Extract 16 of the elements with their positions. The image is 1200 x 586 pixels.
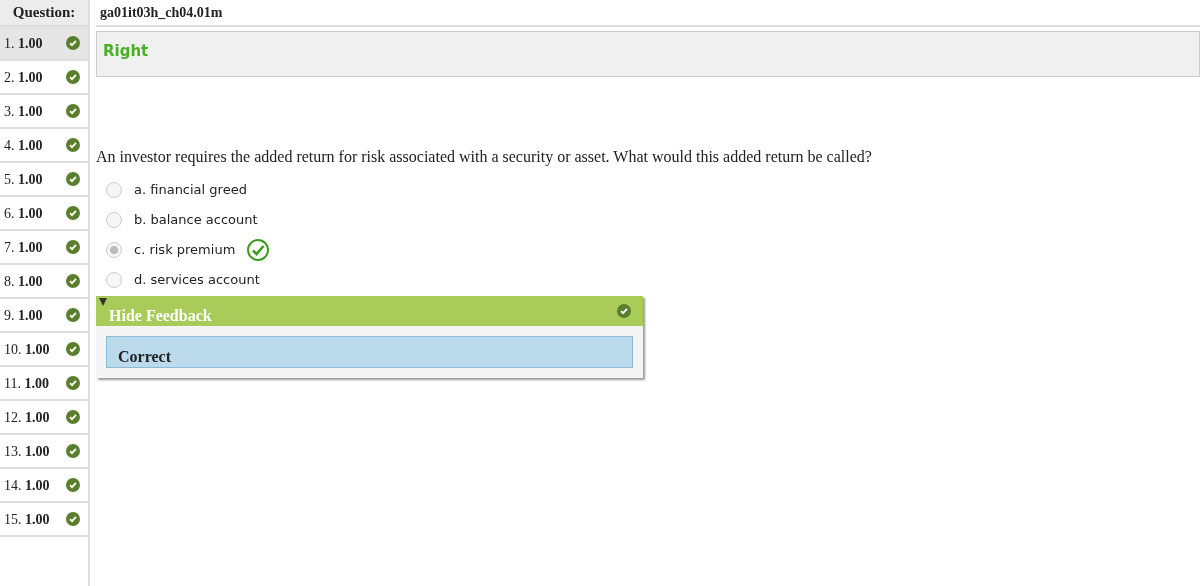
radio-button[interactable] <box>106 242 122 258</box>
result-banner: Right <box>96 31 1200 77</box>
radio-button[interactable] <box>106 212 122 228</box>
option-label: b. balance account <box>134 211 258 230</box>
question-item[interactable]: 1. 1.00 <box>0 27 88 61</box>
option-label: d. services account <box>134 271 260 290</box>
question-id: ga01it03h_ch04.01m <box>100 4 223 22</box>
question-text: An investor requires the added return for risk associated with a security or asset. What would this added return be called? <box>96 147 873 168</box>
feedback-message: Correct <box>106 336 633 368</box>
feedback-title: Hide Feedback <box>109 306 212 326</box>
radio-button[interactable] <box>106 182 122 198</box>
triangle-icon <box>99 298 107 306</box>
option-label: a. financial greed <box>134 181 247 200</box>
option-label: c. risk premium <box>134 241 236 260</box>
radio-button[interactable] <box>106 272 122 288</box>
sidebar-heading: Question: <box>0 0 88 27</box>
